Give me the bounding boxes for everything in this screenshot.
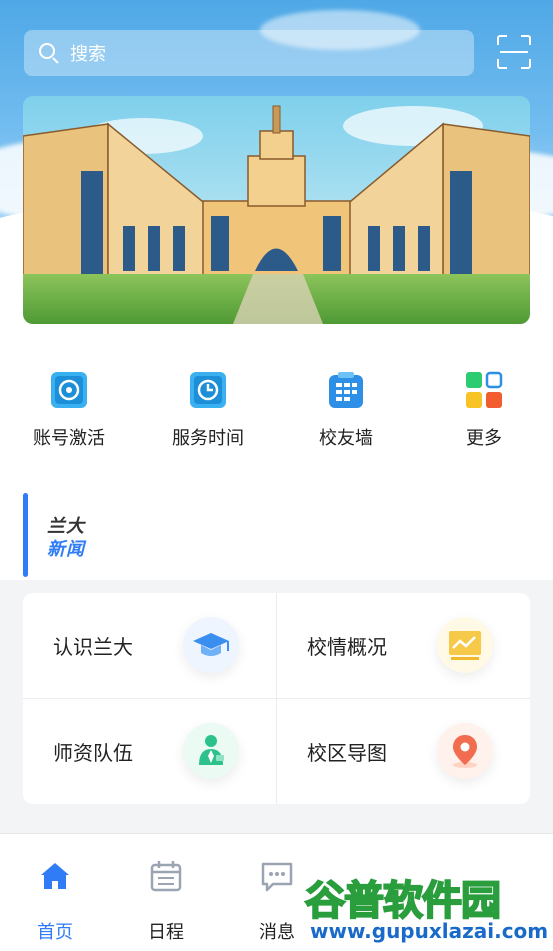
quick-label: 校友墙 (319, 428, 373, 449)
home-icon (37, 858, 73, 894)
grid-item-faculty[interactable]: 师资队伍 (23, 699, 276, 804)
account-activation-icon (49, 370, 89, 410)
message-icon (259, 858, 295, 894)
chart-board-icon (437, 617, 493, 673)
tab-label: 首页 (37, 922, 73, 943)
news-section-header: 兰大 新闻 (0, 480, 553, 580)
teacher-icon (183, 723, 239, 779)
grid-item-know-lzu[interactable]: 认识兰大 (23, 593, 276, 698)
alumni-wall-icon (326, 370, 366, 410)
grid-item-label: 认识兰大 (53, 635, 133, 659)
graduation-cap-icon (183, 617, 239, 673)
grid-item-label: 校区导图 (307, 741, 387, 765)
quick-service-time[interactable]: 服务时间 (148, 370, 268, 450)
grid-divider-horizontal (23, 698, 530, 699)
tab-label: 日程 (148, 922, 184, 943)
grid-item-label: 师资队伍 (53, 741, 133, 765)
info-grid: 认识兰大 校情概况 师资队伍 校区导图 (23, 593, 530, 804)
tab-home[interactable]: 首页 (5, 858, 105, 944)
watermark-url: www.gupuxlazai.com (310, 919, 549, 943)
more-apps-icon (464, 370, 504, 410)
quick-account-activation[interactable]: 账号激活 (9, 370, 129, 450)
map-pin-icon (437, 723, 493, 779)
quick-more[interactable]: 更多 (424, 370, 544, 450)
search-placeholder: 搜索 (70, 44, 106, 65)
tab-schedule[interactable]: 日程 (116, 858, 216, 944)
search-bar[interactable]: 搜索 (24, 30, 474, 76)
grid-item-school-overview[interactable]: 校情概况 (277, 593, 530, 698)
quick-label: 更多 (466, 428, 502, 449)
grid-item-campus-map[interactable]: 校区导图 (277, 699, 530, 804)
quick-actions: 账号激活 服务时间 校友墙 更多 (0, 330, 553, 480)
scan-icon[interactable] (497, 35, 531, 69)
campus-banner[interactable] (23, 96, 530, 324)
search-icon (38, 42, 60, 64)
quick-label: 服务时间 (172, 428, 244, 449)
watermark: 谷普软件园 www.gupuxlazai.com (304, 862, 553, 951)
quick-label: 账号激活 (33, 428, 105, 449)
quick-alumni-wall[interactable]: 校友墙 (286, 370, 406, 450)
clock-icon (188, 370, 228, 410)
calendar-icon (148, 858, 184, 894)
grid-item-label: 校情概况 (307, 635, 387, 659)
news-title-line2[interactable]: 新闻 (47, 535, 85, 561)
news-accent-bar (23, 493, 28, 577)
watermark-text: 谷普软件园 (304, 877, 502, 925)
